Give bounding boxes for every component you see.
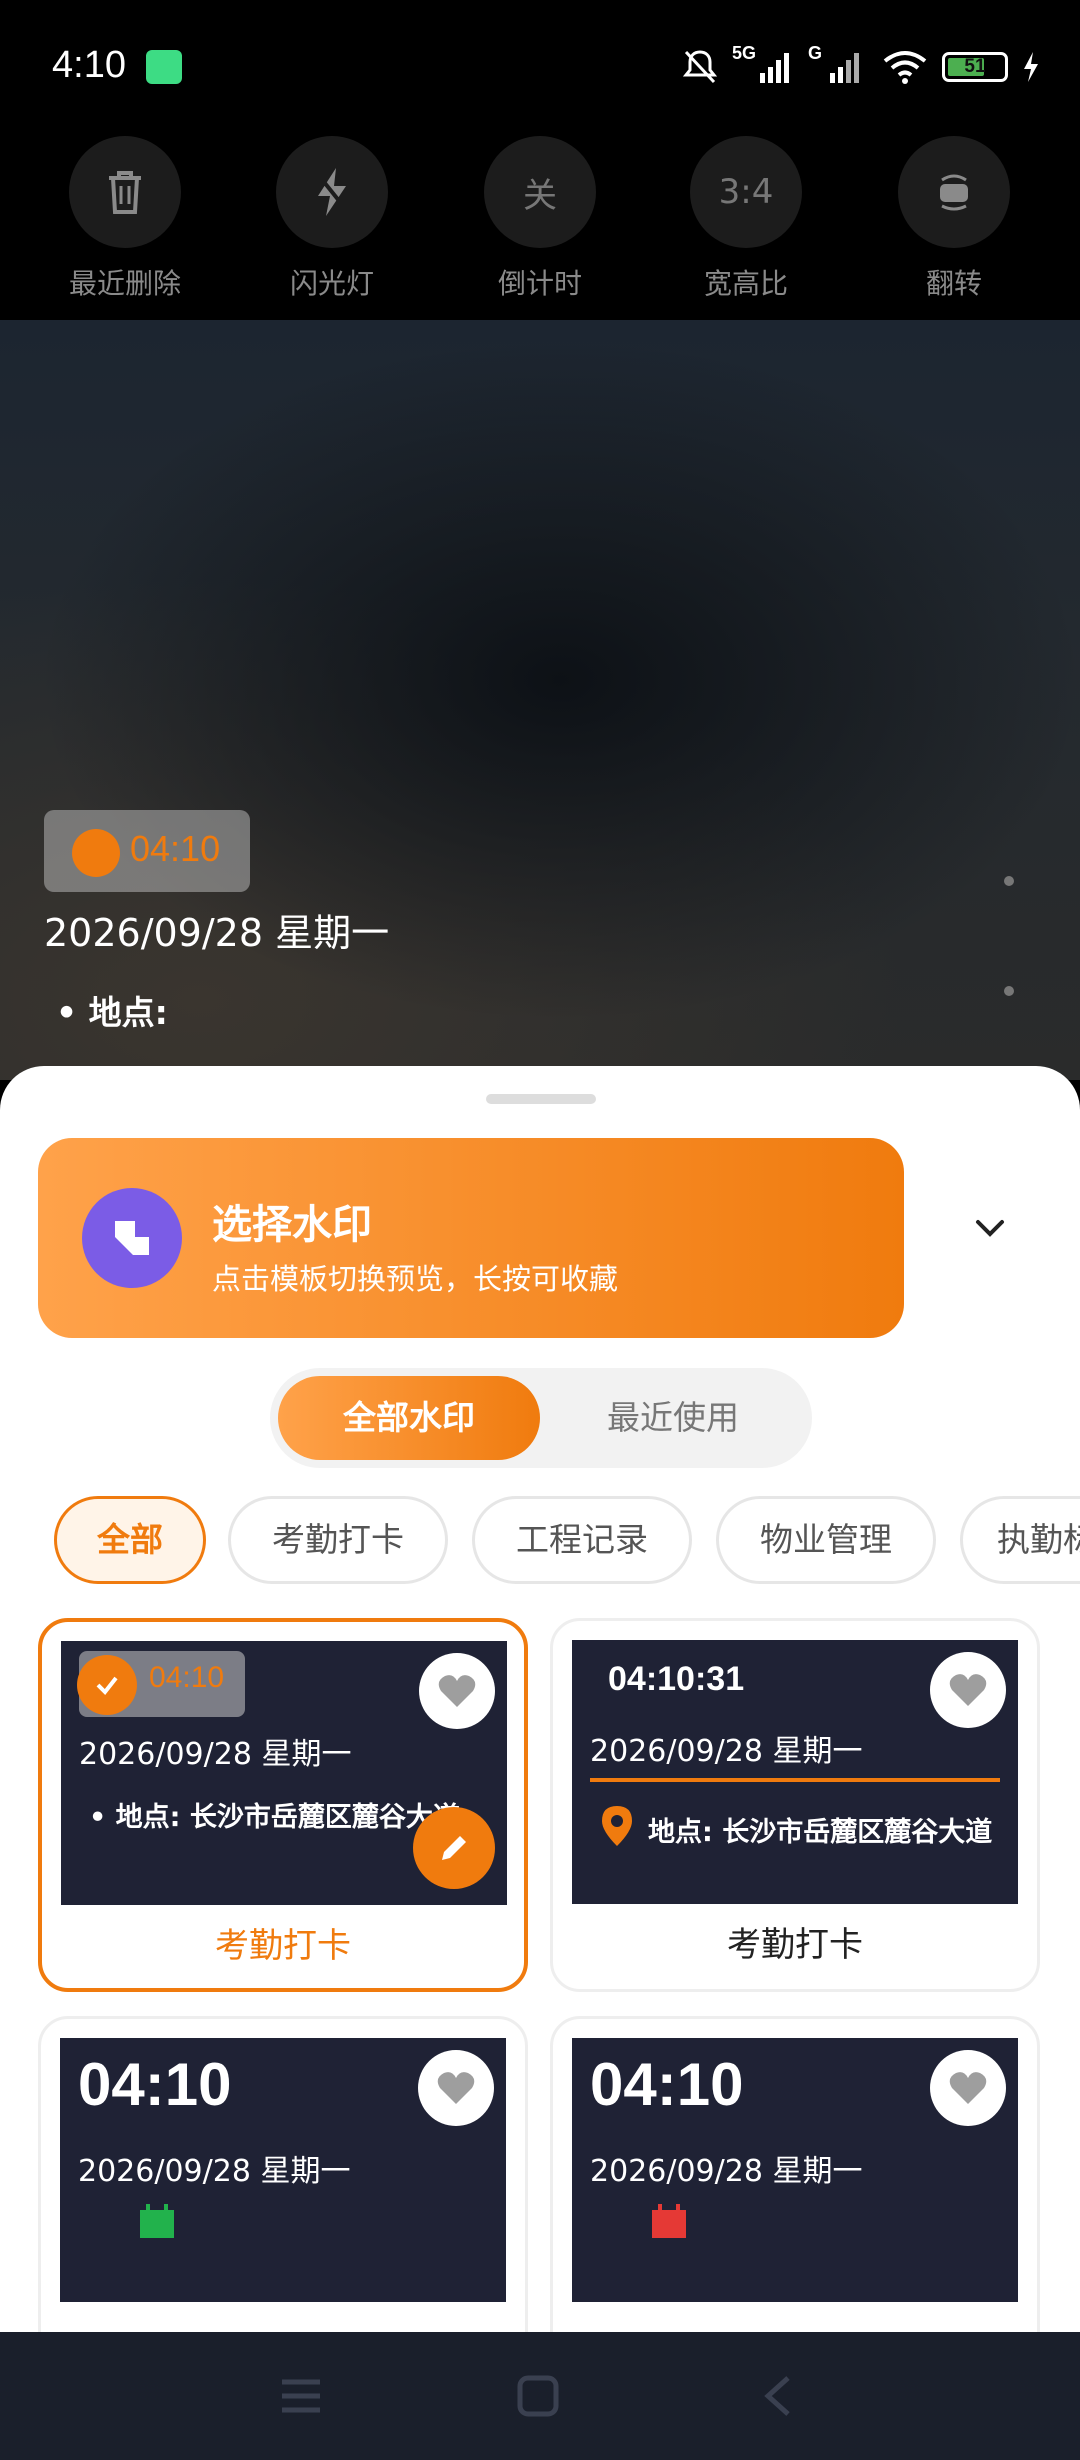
tool-label: 翻转 [925,267,982,300]
battery-level: 51 [964,56,986,77]
template-card[interactable]: 04:10 2026/09/28 星期一 [550,2016,1040,2332]
calendar-icon [140,2204,174,2238]
charging-icon [1024,52,1038,82]
watermark-time-pill: 04:10 [44,810,250,892]
mute-bell-icon [682,50,718,84]
watermark-time: 04:10 [130,828,221,869]
home-icon[interactable] [516,2374,560,2418]
aspect-ratio-button[interactable]: 3:4 宽高比 [676,136,816,302]
countdown-button[interactable]: 关 倒计时 [470,136,610,302]
signal-icon: 5G [732,43,794,85]
template-card[interactable]: 04:10:31 2026/09/28 星期一 地点: 长沙市岳麓区麓谷大道 考… [550,1618,1040,1992]
edit-button[interactable] [413,1807,495,1889]
recent-delete-button[interactable]: 最近删除 [55,136,195,302]
watermark-dot-icon [72,829,120,877]
chip-duty[interactable]: 执勤标 [960,1496,1080,1584]
tool-label: 宽高比 [703,267,788,300]
status-time: 4:10 [52,44,126,86]
template-time: 04:10 [590,2051,744,2118]
template-name: 考勤打卡 [215,1926,351,1966]
back-icon[interactable] [760,2374,794,2418]
indicator-dot [1004,876,1014,886]
template-date: 2026/09/28 星期一 [590,2154,863,2189]
tool-label: 倒计时 [497,267,582,300]
location-pin-icon [602,1806,632,1846]
chip-attendance[interactable]: 考勤打卡 [228,1496,448,1584]
heart-icon [437,2072,475,2104]
watermark-place: • 地点: [56,993,168,1032]
template-date: 2026/09/28 星期一 [590,1734,863,1769]
status-bar: 4:10 5G G 51 [0,0,1080,130]
banner-subtitle: 点击模板切换预览，长按可收藏 [212,1262,619,1296]
watermark-banner: 选择水印 点击模板切换预览，长按可收藏 [38,1138,904,1338]
tool-label: 闪光灯 [289,267,374,300]
flash-off-icon [276,136,388,248]
watermark-date: 2026/09/28 星期一 [44,911,390,955]
template-divider [590,1778,1000,1782]
chip-engineering[interactable]: 工程记录 [472,1496,692,1584]
heart-icon [438,1675,476,1707]
template-preview: 04:10 2026/09/28 星期一 [60,2038,506,2302]
pencil-icon [442,1836,466,1860]
check-icon [77,1655,137,1715]
signal-icon-2: G [808,43,868,85]
flip-camera-button[interactable]: 翻转 [884,136,1024,302]
battery-icon: 51 [942,52,1008,82]
trash-icon [69,136,181,248]
heart-icon [949,2072,987,2104]
template-time: 04:10 [149,1661,225,1694]
template-place: • 地点: 长沙市岳麓区麓谷大道 [89,1802,460,1833]
android-icon [146,50,182,84]
watermark-badge-icon [82,1188,182,1288]
template-card[interactable]: 04:10 2026/09/28 星期一 • 地点: 长沙市岳麓区麓谷大道 考勤… [38,1618,528,1992]
watermark-tab-switch: 全部水印 最近使用 [270,1368,812,1468]
menu-icon[interactable] [280,2376,322,2416]
chip-property[interactable]: 物业管理 [716,1496,936,1584]
template-card[interactable]: 04:10 2026/09/28 星期一 [38,2016,528,2332]
favorite-button[interactable] [419,1653,495,1729]
template-place: 地点: 长沙市岳麓区麓谷大道 [648,1817,993,1848]
wifi-icon [883,51,927,84]
watermark-sheet: 选择水印 点击模板切换预览，长按可收藏 全部水印 最近使用 全部 考勤打卡 工程… [0,1066,1080,2332]
category-chips: 全部 考勤打卡 工程记录 物业管理 执勤标 [0,1496,1080,1586]
calendar-icon [652,2204,686,2238]
template-time: 04:10:31 [608,1660,745,1698]
template-time: 04:10 [78,2051,232,2118]
favorite-button[interactable] [930,2050,1006,2126]
countdown-state: 关 [484,136,596,248]
template-date: 2026/09/28 星期一 [79,1737,352,1772]
tool-label: 最近删除 [68,267,181,300]
camera-viewfinder[interactable]: 04:10 2026/09/28 星期一 • 地点: [0,320,1080,1080]
favorite-button[interactable] [418,2050,494,2126]
chevron-down-icon[interactable] [970,1208,1010,1248]
template-preview: 04:10:31 2026/09/28 星期一 地点: 长沙市岳麓区麓谷大道 [572,1640,1018,1904]
template-date: 2026/09/28 星期一 [78,2154,351,2189]
drag-handle[interactable] [486,1094,596,1104]
favorite-button[interactable] [930,1652,1006,1728]
flash-button[interactable]: 闪光灯 [262,136,402,302]
heart-icon [949,1674,987,1706]
chip-all[interactable]: 全部 [54,1496,206,1584]
template-name: 考勤打卡 [727,1925,863,1965]
aspect-ratio-value: 3:4 [690,136,802,248]
tab-all-watermarks[interactable]: 全部水印 [278,1376,540,1460]
camera-toolbar: 最近删除 闪光灯 关 倒计时 3:4 宽高比 翻转 [0,130,1080,320]
template-preview: 04:10 2026/09/28 星期一 [572,2038,1018,2302]
indicator-dot [1004,986,1014,996]
system-nav-bar [0,2332,1080,2460]
banner-title: 选择水印 [212,1202,372,1248]
template-preview: 04:10 2026/09/28 星期一 • 地点: 长沙市岳麓区麓谷大道 [61,1641,507,1905]
flip-camera-icon [898,136,1010,248]
tab-recent[interactable]: 最近使用 [542,1376,804,1460]
